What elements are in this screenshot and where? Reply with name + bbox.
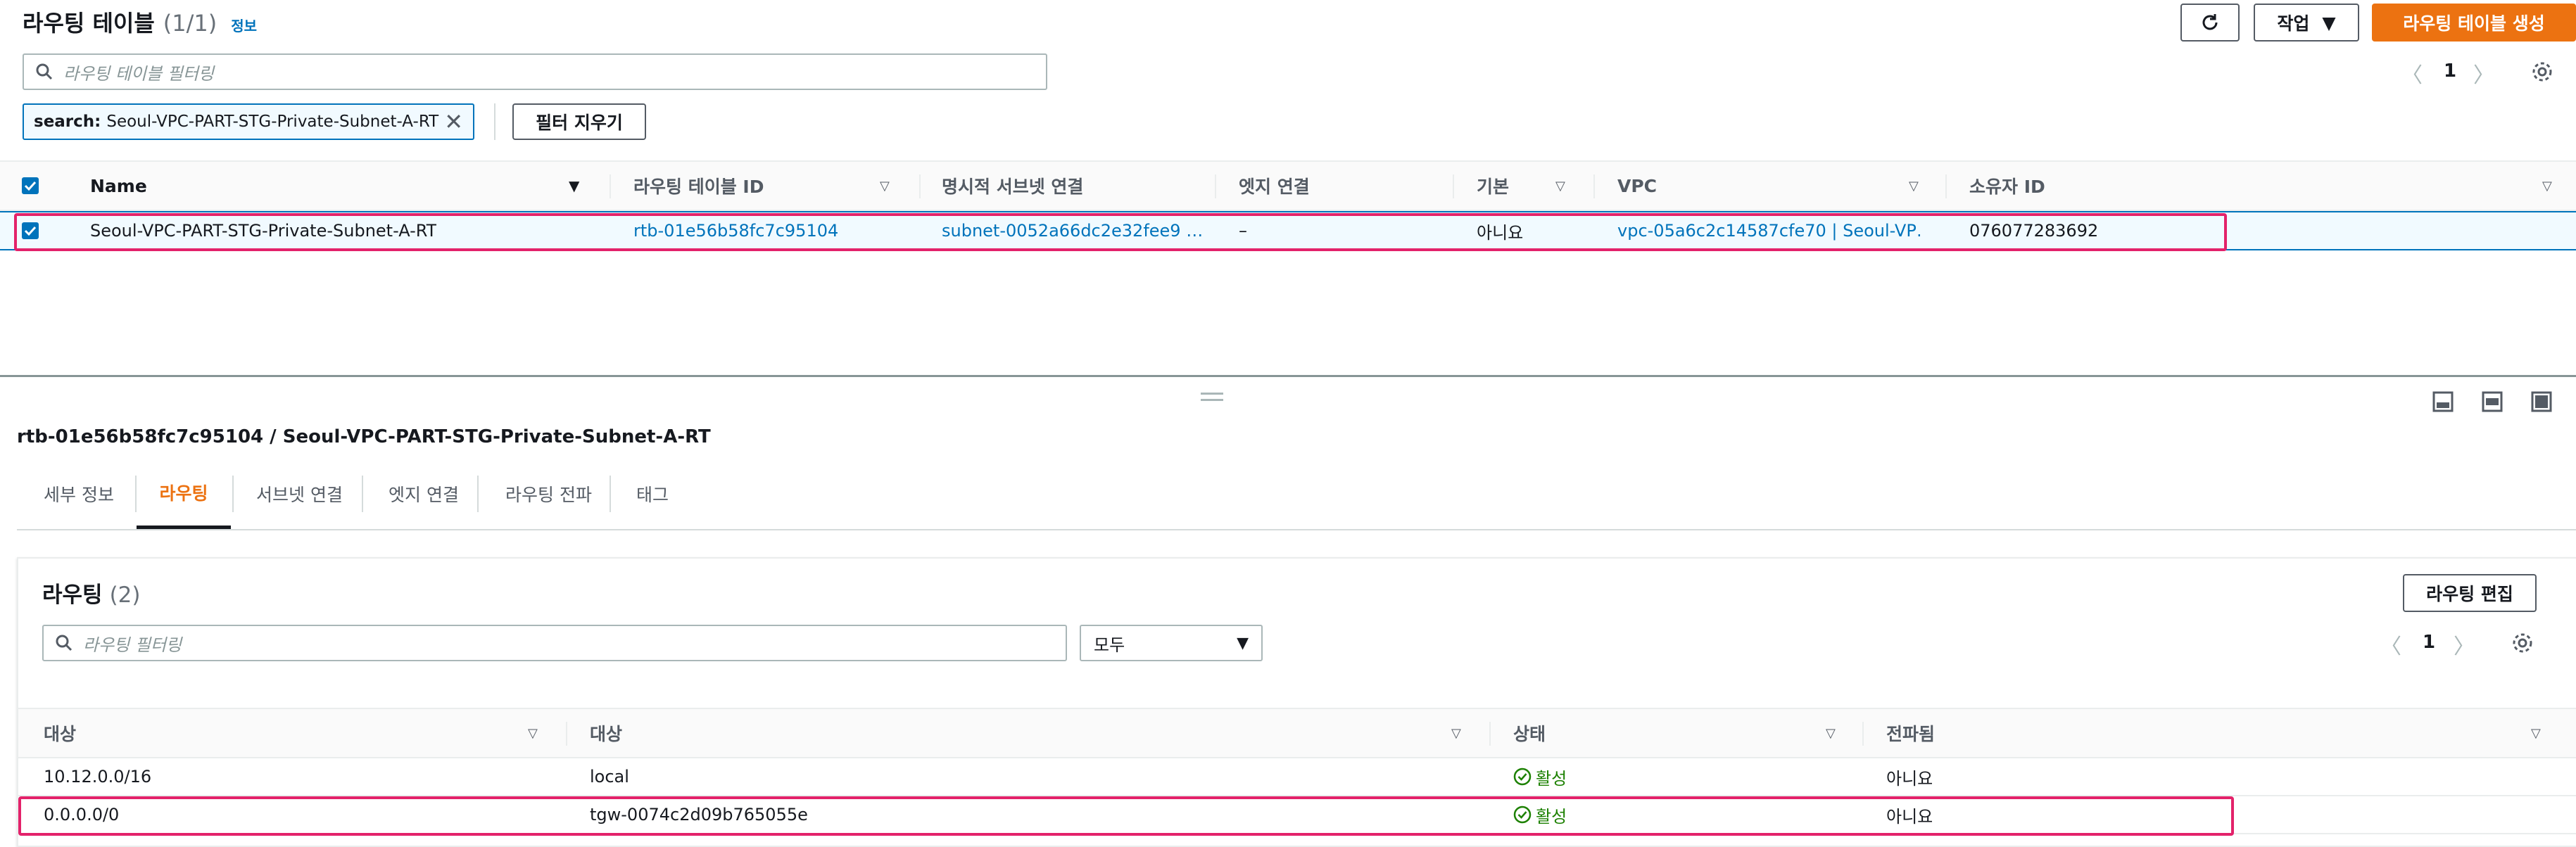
- col-edge[interactable]: 엣지 연결: [1239, 162, 1310, 210]
- edit-routes-button[interactable]: 라우팅 편집: [2403, 574, 2537, 612]
- actions-dropdown-button[interactable]: 작업 ▼: [2254, 4, 2359, 42]
- route-status-select[interactable]: 모두 ▼: [1080, 625, 1263, 661]
- route-status-label: 활성: [1536, 768, 1567, 789]
- sort-icon[interactable]: ▽: [880, 162, 890, 210]
- routes-page-next-icon[interactable]: 〉: [2454, 629, 2475, 660]
- filter-token: search: Seoul-VPC-PART-STG-Private-Subne…: [23, 103, 474, 140]
- page-next-icon[interactable]: 〉: [2473, 58, 2494, 89]
- sort-icon[interactable]: ▽: [1909, 162, 1919, 210]
- status-ok-icon: [1513, 768, 1532, 786]
- page-title-count: (1/1): [163, 10, 217, 37]
- route-destination: 10.12.0.0/16: [44, 767, 152, 786]
- caret-down-icon: ▼: [2322, 12, 2336, 33]
- search-icon: [55, 634, 73, 652]
- route-status: 활성: [1513, 758, 1567, 795]
- sort-icon[interactable]: ▽: [2542, 162, 2552, 210]
- remove-filter-icon[interactable]: ✕: [444, 108, 463, 135]
- highlight-box: [18, 796, 2234, 836]
- routes-title-area: 라우팅 (2): [42, 577, 140, 609]
- caret-down-icon: ▼: [1237, 634, 1249, 652]
- route-filter-placeholder: 라우팅 필터링: [83, 635, 182, 655]
- route-table-filter-input[interactable]: 라우팅 테이블 필터링: [23, 53, 1047, 90]
- col-vpc[interactable]: VPC: [1617, 162, 1657, 210]
- tab-details[interactable]: 세부 정보: [44, 459, 114, 529]
- page-title-area: 라우팅 테이블 (1/1) 정보: [23, 6, 257, 41]
- route-filter-input[interactable]: 라우팅 필터링: [42, 625, 1067, 661]
- panel-bottom-icon[interactable]: [2432, 391, 2454, 415]
- create-route-table-button[interactable]: 라우팅 테이블 생성: [2372, 4, 2576, 42]
- detail-title: rtb-01e56b58fc7c95104 / Seoul-VPC-PART-S…: [17, 426, 711, 447]
- settings-icon[interactable]: [2531, 60, 2553, 86]
- col-explicit-subnet[interactable]: 명시적 서브넷 연결: [942, 162, 1083, 210]
- page-title: 라우팅 테이블: [23, 10, 155, 37]
- highlight-box: [14, 213, 2227, 251]
- route-row[interactable]: 10.12.0.0/16 local 활성 아니요: [18, 758, 2576, 796]
- tab-edge-associations[interactable]: 엣지 연결: [389, 459, 459, 529]
- panel-side-icon[interactable]: [2482, 391, 2503, 415]
- info-link[interactable]: 정보: [231, 15, 257, 35]
- panel-full-icon[interactable]: [2531, 391, 2552, 415]
- filter-placeholder: 라우팅 테이블 필터링: [63, 63, 214, 84]
- sort-icon[interactable]: ▽: [1555, 162, 1565, 210]
- sort-icon[interactable]: ▽: [1826, 709, 1836, 757]
- routes-page-prev-icon[interactable]: 〈: [2380, 629, 2401, 660]
- actions-label: 작업: [2277, 13, 2310, 34]
- col-route-table-id[interactable]: 라우팅 테이블 ID: [633, 162, 764, 210]
- clear-filters-button[interactable]: 필터 지우기: [512, 103, 646, 140]
- route-table-header: Name ▼ 라우팅 테이블 ID ▽ 명시적 서브넷 연결 엣지 연결 기본 …: [0, 160, 2576, 211]
- tab-subnet-associations[interactable]: 서브넷 연결: [256, 459, 343, 529]
- col-name[interactable]: Name: [90, 162, 147, 210]
- routes-page-number[interactable]: 1: [2423, 632, 2435, 653]
- page-prev-icon[interactable]: 〈: [2401, 58, 2423, 89]
- col-propagated[interactable]: 전파됨: [1886, 709, 1935, 757]
- route-target: local: [590, 767, 629, 786]
- routes-settings-icon[interactable]: [2511, 632, 2534, 657]
- routes-title: 라우팅: [42, 582, 103, 608]
- col-owner-id[interactable]: 소유자 ID: [1969, 162, 2045, 210]
- tab-tags[interactable]: 태그: [636, 459, 669, 529]
- route-propagated: 아니요: [1886, 768, 1933, 789]
- filter-token-value: Seoul-VPC-PART-STG-Private-Subnet-A-RT: [106, 113, 439, 131]
- search-icon: [35, 63, 53, 81]
- sort-icon[interactable]: ▽: [1451, 709, 1461, 757]
- sort-icon[interactable]: ▽: [528, 709, 538, 757]
- filter-token-key: search:: [34, 113, 101, 131]
- refresh-icon: [2199, 12, 2221, 33]
- col-target[interactable]: 대상: [590, 709, 622, 757]
- sort-icon[interactable]: ▽: [2531, 709, 2541, 757]
- page-number[interactable]: 1: [2444, 60, 2456, 82]
- split-panel-divider[interactable]: [0, 375, 2576, 377]
- filter-divider: [494, 103, 495, 140]
- drag-handle-icon[interactable]: [1201, 393, 1223, 401]
- routes-count: (2): [109, 582, 141, 608]
- tab-route-propagation[interactable]: 라우팅 전파: [505, 459, 592, 529]
- col-destination[interactable]: 대상: [44, 709, 76, 757]
- refresh-button[interactable]: [2180, 4, 2240, 42]
- sort-desc-icon[interactable]: ▼: [569, 162, 579, 210]
- detail-tabs: 세부 정보 라우팅 서브넷 연결 엣지 연결 라우팅 전파 태그: [17, 459, 2576, 530]
- col-status[interactable]: 상태: [1513, 709, 1546, 757]
- select-all-checkbox[interactable]: [21, 162, 39, 210]
- tab-routes[interactable]: 라우팅: [137, 459, 231, 529]
- col-main[interactable]: 기본: [1477, 162, 1509, 210]
- route-status-select-value: 모두: [1094, 635, 1125, 655]
- routes-table-header: 대상 ▽ 대상 ▽ 상태 ▽ 전파됨 ▽: [18, 708, 2576, 758]
